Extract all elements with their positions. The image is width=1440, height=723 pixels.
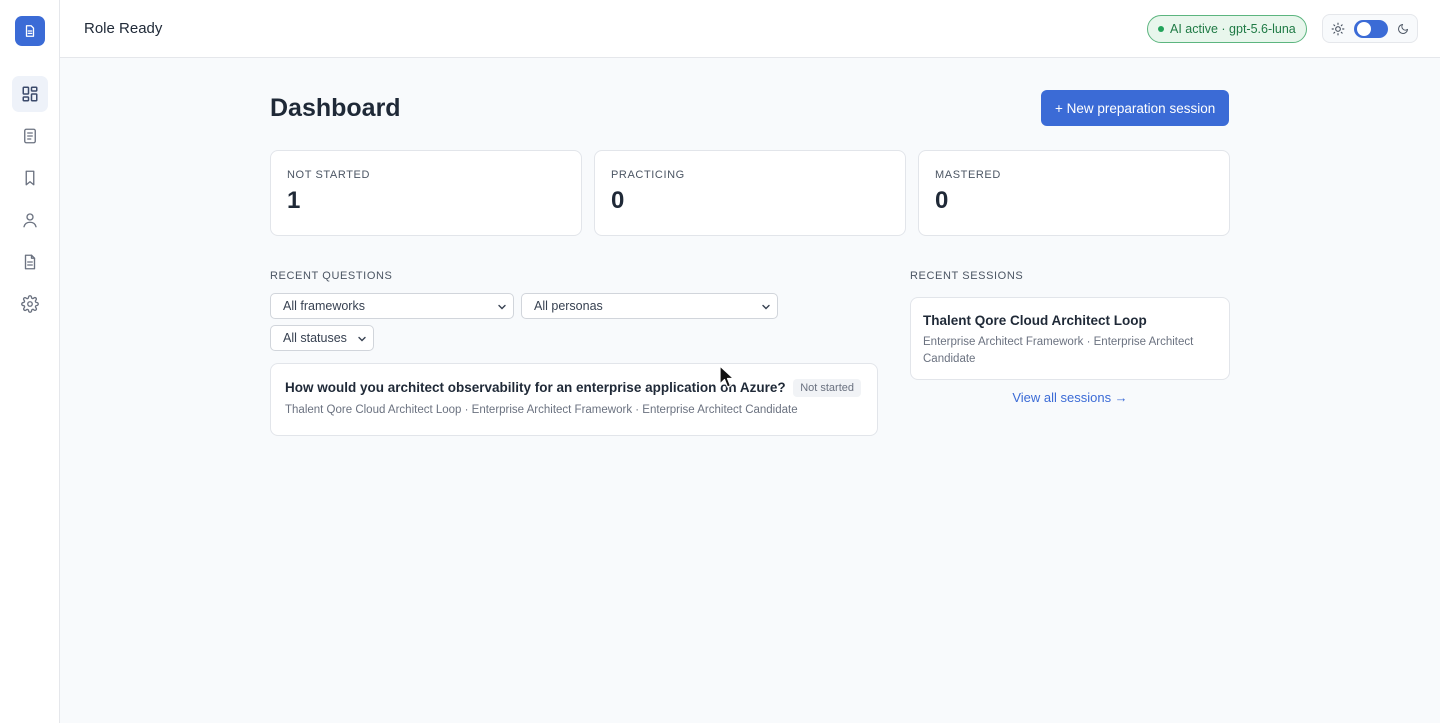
sun-icon [1331, 22, 1345, 35]
chevron-down-icon [498, 304, 506, 310]
bookmark-icon [25, 170, 35, 186]
sidebar-item-bookmarks[interactable] [12, 160, 48, 196]
dark-mode-toggle[interactable] [1354, 19, 1388, 38]
status-filter-select[interactable]: All statuses [270, 325, 374, 351]
status-badge: Not started [793, 379, 861, 397]
session-meta: Enterprise Architect Framework · Enterpr… [923, 336, 1194, 365]
chevron-down-icon [762, 304, 770, 310]
app-logo[interactable] [15, 16, 45, 46]
stat-label: PRACTICING [611, 169, 685, 181]
document-list-icon [24, 128, 36, 144]
page-title: Dashboard [270, 94, 401, 122]
ai-status-text: AI active · gpt-5.6-luna [1170, 22, 1296, 36]
sidebar-item-settings[interactable] [12, 286, 48, 322]
session-title: Thalent Qore Cloud Architect Loop [923, 313, 1147, 328]
framework-filter-select[interactable]: All frameworks [270, 293, 514, 319]
status-dot-icon [1158, 26, 1164, 32]
sidebar-item-personas[interactable] [12, 202, 48, 238]
chevron-down-icon [358, 336, 366, 342]
stat-card-mastered: MASTERED 0 [918, 150, 1230, 236]
question-card[interactable]: How would you architect observability fo… [270, 363, 878, 436]
question-text: How would you architect observability fo… [285, 380, 786, 395]
stat-label: NOT STARTED [287, 169, 370, 181]
sidebar [0, 0, 60, 723]
view-all-sessions-link[interactable]: View all sessions → [910, 390, 1230, 405]
session-card[interactable]: Thalent Qore Cloud Architect Loop Enterp… [910, 297, 1230, 380]
stat-value: 1 [287, 187, 301, 214]
file-text-icon [24, 254, 36, 270]
stat-value: 0 [611, 187, 625, 214]
recent-sessions-heading: RECENT SESSIONS [910, 270, 1024, 282]
document-icon [25, 25, 35, 37]
user-icon [23, 213, 37, 228]
stat-label: MASTERED [935, 169, 1001, 181]
stat-card-not-started: NOT STARTED 1 [270, 150, 582, 236]
sidebar-item-dashboard[interactable] [12, 76, 48, 112]
sidebar-item-questions[interactable] [12, 118, 48, 154]
toggle-knob [1357, 21, 1371, 36]
app-title: Role Ready [84, 20, 163, 37]
stat-value: 0 [935, 187, 949, 214]
mouse-cursor-icon [719, 365, 735, 388]
ai-status-badge: AI active · gpt-5.6-luna [1147, 15, 1307, 43]
moon-icon [1398, 23, 1408, 34]
new-preparation-session-button[interactable]: + New preparation session [1041, 90, 1230, 126]
topbar: Role Ready AI active · gpt-5.6-luna [60, 0, 1440, 58]
persona-filter-value: All personas [534, 299, 603, 313]
gear-icon [21, 295, 39, 313]
status-filter-value: All statuses [283, 331, 347, 345]
theme-switcher [1322, 14, 1418, 43]
recent-questions-heading: RECENT QUESTIONS [270, 270, 393, 282]
question-meta: Thalent Qore Cloud Architect Loop · Ente… [285, 404, 798, 416]
framework-filter-value: All frameworks [283, 299, 365, 313]
stat-card-practicing: PRACTICING 0 [594, 150, 906, 236]
sidebar-item-documents[interactable] [12, 244, 48, 280]
grid-icon [22, 86, 38, 102]
persona-filter-select[interactable]: All personas [521, 293, 778, 319]
